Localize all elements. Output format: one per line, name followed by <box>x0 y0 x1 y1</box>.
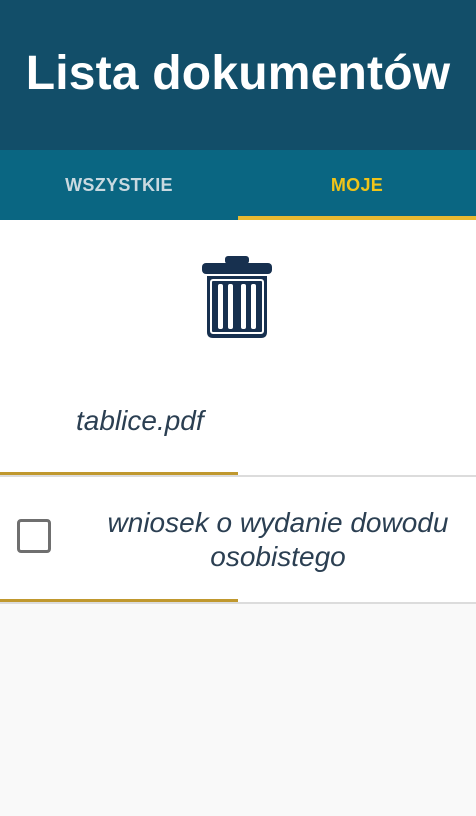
document-name: wniosek o wydanie dowodu osobistego <box>107 507 449 572</box>
item-divider <box>0 602 476 604</box>
list-item[interactable]: wniosek o wydanie dowodu osobistego <box>0 477 476 604</box>
delete-button[interactable] <box>199 254 275 340</box>
app-header: Lista dokumentów <box>0 0 476 150</box>
tab-mine[interactable]: MOJE <box>238 150 476 220</box>
document-list-panel: tablice.pdf wniosek o wydanie dowodu oso… <box>0 220 476 604</box>
trash-icon <box>202 256 272 338</box>
document-name: tablice.pdf <box>76 405 204 436</box>
app-screen: Lista dokumentów WSZYSTKIE MOJE tablice.… <box>0 0 476 816</box>
tab-bar: WSZYSTKIE MOJE <box>0 150 476 220</box>
select-checkbox[interactable] <box>17 519 51 553</box>
list-item[interactable]: tablice.pdf <box>0 370 476 477</box>
page-title: Lista dokumentów <box>25 46 451 100</box>
tab-all-label: WSZYSTKIE <box>65 174 173 195</box>
tab-mine-label: MOJE <box>330 174 384 195</box>
tab-all[interactable]: WSZYSTKIE <box>0 150 238 220</box>
